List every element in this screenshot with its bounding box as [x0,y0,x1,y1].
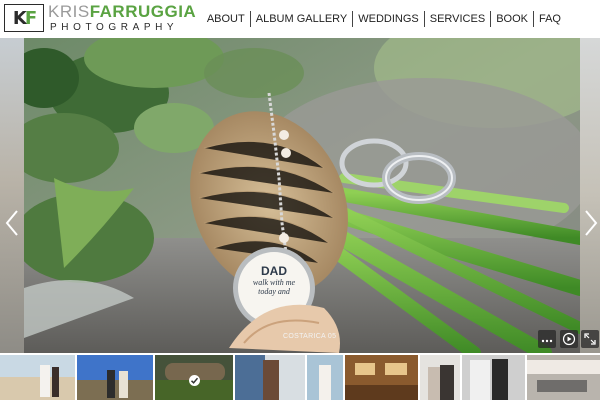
ellipsis-icon [541,339,553,343]
previous-slide-peek [0,38,24,353]
nav-book[interactable]: BOOK [490,11,533,27]
slide-caption: COSTARICA 05 [283,333,337,340]
charm-text: DAD walk with me today and [240,264,308,297]
logo-tagline: PHOTOGRAPHY [50,22,179,33]
fullscreen-icon [584,333,596,345]
thumbnail-7[interactable] [420,355,460,400]
nav-faq[interactable]: FAQ [532,11,566,27]
thumbnail-6[interactable] [345,355,418,400]
slideshow: DAD walk with me today and [0,38,600,353]
nav-services[interactable]: SERVICES [423,11,490,27]
thumbnail-strip [0,353,600,400]
nav-about[interactable]: ABOUT [202,11,250,27]
play-button[interactable] [560,330,578,348]
next-slide-button[interactable] [583,208,599,238]
thumbnail-4[interactable] [235,355,305,400]
previous-slide-button[interactable] [4,208,20,238]
next-slide-peek [580,38,600,353]
slide-photo: DAD walk with me today and [24,38,580,353]
thumbnail-1[interactable] [0,355,75,400]
site-header: KF KRISFARRUGGIA PHOTOGRAPHY ABOUT ALBUM… [0,0,600,38]
selected-thumbnail-checkmark-icon [189,375,200,386]
thumbnail-5[interactable] [307,355,343,400]
chevron-right-icon [585,210,598,236]
charm-line-2: walk with me [252,278,296,287]
charm-line-3: today and [258,287,290,296]
thumbnail-2[interactable] [77,355,153,400]
bouquet-rings-photo [24,38,580,353]
thumbnail-8[interactable] [462,355,525,400]
nav-album-gallery[interactable]: ALBUM GALLERY [249,11,353,27]
logo-name: KRISFARRUGGIA [48,2,197,21]
info-button[interactable] [538,330,556,348]
main-nav: ABOUT ALBUM GALLERY WEDDINGS SERVICES BO… [202,11,566,27]
play-icon [562,332,576,346]
fullscreen-button[interactable] [581,330,599,348]
logo-mark-icon: KF [4,4,44,32]
thumbnail-9[interactable] [527,355,600,400]
charm-line-1: DAD [261,264,287,278]
site-logo[interactable]: KF KRISFARRUGGIA PHOTOGRAPHY [4,3,214,35]
nav-weddings[interactable]: WEDDINGS [352,11,424,27]
chevron-left-icon [5,210,18,236]
